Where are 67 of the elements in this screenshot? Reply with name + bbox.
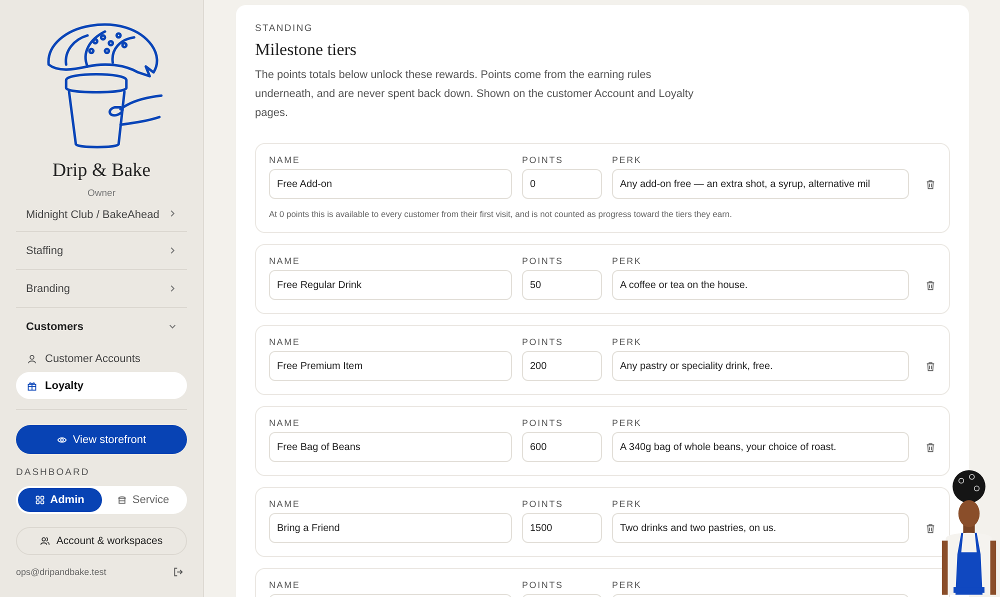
points-field[interactable]: 600: [522, 432, 602, 462]
nav-group[interactable]: Branding: [16, 270, 187, 307]
name-field[interactable]: Free Bag of Beans: [269, 432, 512, 462]
field-label: NAME: [269, 418, 302, 428]
field-label: PERK: [612, 499, 643, 509]
dashboard-tab[interactable]: Admin: [18, 488, 102, 512]
perk-field[interactable]: Two drinks and two pastries, on us.: [612, 513, 909, 543]
account-email: ops@dripandbake.test: [16, 567, 106, 577]
field-label: PERK: [612, 418, 643, 428]
name-field[interactable]: Free Add-on: [269, 169, 512, 199]
name-field[interactable]: Free Premium Item: [269, 351, 512, 381]
trash-icon[interactable]: [925, 442, 936, 453]
brand-name: Drip & Bake: [51, 160, 152, 182]
nav-group[interactable]: Staffing: [16, 232, 187, 269]
field-label: POINTS: [522, 256, 564, 266]
field-label: NAME: [269, 155, 302, 165]
store-icon: [117, 495, 128, 505]
nav-item[interactable]: Loyalty: [16, 372, 187, 399]
nav-group[interactable]: Customers: [16, 308, 187, 345]
points-field[interactable]: 200: [522, 351, 602, 381]
points-field[interactable]: 50: [522, 270, 602, 300]
grid-icon: [35, 495, 46, 505]
name-field[interactable]: Bring a Friend: [269, 513, 512, 543]
field-label: NAME: [269, 580, 302, 590]
dashboard-tab[interactable]: Service: [102, 488, 185, 512]
trash-icon[interactable]: [925, 523, 936, 534]
field-label: PERK: [612, 580, 643, 590]
field-label: NAME: [269, 499, 302, 509]
field-label: NAME: [269, 256, 302, 266]
field-label: POINTS: [522, 155, 564, 165]
user-role: Owner: [86, 188, 116, 199]
chevron-icon: [168, 209, 177, 218]
points-field[interactable]: 0: [522, 169, 602, 199]
account-workspaces-button[interactable]: Account & workspaces: [16, 527, 187, 555]
trash-icon[interactable]: [925, 280, 936, 291]
nav-group[interactable]: Midnight Club / BakeAhead: [16, 209, 187, 231]
logout-icon[interactable]: [173, 567, 183, 577]
perk-field[interactable]: A 340g bag of whole beans, your choice of roast.: [612, 432, 909, 462]
field-label: POINTS: [522, 337, 564, 347]
perk-field[interactable]: A coffee or tea on the house.: [612, 270, 909, 300]
section-title: Milestone tiers: [255, 40, 358, 60]
eye-icon: [56, 434, 67, 444]
field-label: PERK: [612, 155, 643, 165]
trash-icon[interactable]: [925, 361, 936, 372]
people-icon: [40, 536, 50, 546]
gift-icon: [27, 380, 37, 390]
field-label: NAME: [269, 337, 302, 347]
field-label: PERK: [612, 337, 643, 347]
field-label: POINTS: [522, 499, 564, 509]
name-field[interactable]: Free Regular Drink: [269, 270, 512, 300]
field-label: POINTS: [522, 418, 564, 428]
chevron-icon: [168, 322, 177, 331]
nav-item[interactable]: Customer Accounts: [16, 345, 187, 372]
chevron-icon: [168, 246, 177, 255]
section-description: The points totals below unlock these rewards. Points come from the earning rules underneath, and are never spent back down. Shown on the customer Account and Loyalty pages.: [255, 68, 694, 121]
tier-note: At 0 points this is available to every customer from their first visit, and is not counted as progress toward the tiers they earn.: [269, 209, 733, 219]
field-label: PERK: [612, 256, 643, 266]
field-label: POINTS: [522, 580, 564, 590]
section-eyebrow: STANDING: [255, 23, 314, 34]
perk-field[interactable]: Any add-on free — an extra shot, a syrup, alternative mil: [612, 169, 909, 199]
points-field[interactable]: 1500: [522, 513, 602, 543]
chevron-icon: [168, 284, 177, 293]
dashboard-label: DASHBOARD: [16, 467, 91, 478]
perk-field[interactable]: Any pastry or speciality drink, free.: [612, 351, 909, 381]
trash-icon[interactable]: [925, 179, 936, 190]
person-icon: [27, 354, 37, 364]
view-storefront-button[interactable]: View storefront: [16, 425, 187, 454]
